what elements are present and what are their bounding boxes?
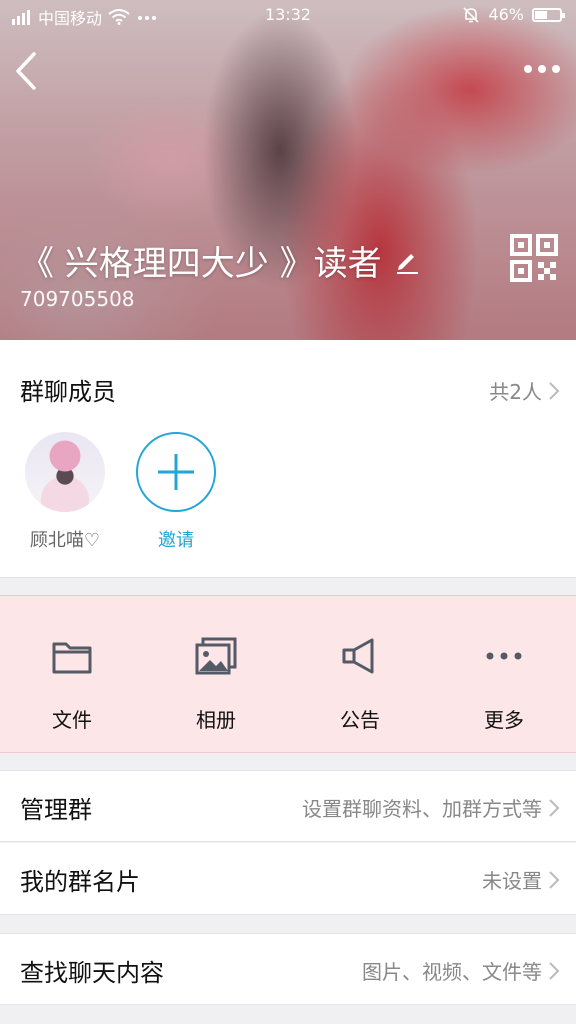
plus-icon — [158, 454, 194, 490]
members-count-label: 共2人 — [489, 380, 542, 404]
action-label: 文件 — [52, 708, 92, 732]
chevron-right-icon — [549, 798, 560, 817]
row-value: 未设置 — [482, 865, 560, 894]
members-section: 群聊成员 共2人 顾北喵♡ 邀请 — [0, 340, 576, 578]
group-header: 中国移动 13:32 46% 《 兴格理四大少 》读者 709705508 — [0, 0, 576, 340]
row-label: 查找聊天内容 — [20, 959, 164, 987]
action-announcement[interactable]: 公告 — [288, 596, 432, 752]
row-value-text: 图片、视频、文件等 — [362, 960, 542, 984]
invite-member[interactable]: 邀请 — [126, 432, 226, 552]
action-more[interactable]: 更多 — [432, 596, 576, 752]
chevron-right-icon — [549, 381, 560, 400]
row-value-text: 设置群聊资料、加群方式等 — [302, 797, 542, 821]
row-value: 图片、视频、文件等 — [362, 956, 560, 985]
chevron-right-icon — [549, 870, 560, 889]
edit-pencil-icon[interactable] — [394, 248, 420, 274]
row-label: 我的群名片 — [20, 868, 140, 896]
battery-icon — [532, 7, 565, 22]
back-button[interactable] — [10, 50, 46, 92]
status-bar: 中国移动 13:32 46% — [0, 0, 576, 32]
more-dots-icon — [524, 65, 560, 73]
chevron-right-icon — [549, 961, 560, 980]
my-group-card-row[interactable]: 我的群名片 未设置 — [0, 843, 576, 915]
action-label: 公告 — [340, 708, 380, 732]
member-name: 顾北喵♡ — [29, 530, 101, 551]
search-chat-row[interactable]: 查找聊天内容 图片、视频、文件等 — [0, 933, 576, 1005]
members-count[interactable]: 共2人 — [489, 376, 560, 405]
album-icon — [195, 637, 237, 675]
group-name: 《 兴格理四大少 》读者 — [20, 244, 382, 284]
action-files[interactable]: 文件 — [0, 596, 144, 752]
action-album[interactable]: 相册 — [144, 596, 288, 752]
more-options-button[interactable] — [522, 56, 562, 82]
avatar[interactable] — [25, 432, 105, 512]
qr-code-icon — [510, 234, 558, 282]
battery-percent: 46% — [488, 5, 524, 24]
silent-bell-icon — [463, 6, 480, 23]
battery-level — [535, 10, 547, 19]
action-bar: 文件 相册 公告 更多 — [0, 595, 576, 753]
action-label: 相册 — [196, 708, 236, 732]
row-value: 设置群聊资料、加群方式等 — [302, 793, 560, 822]
invite-button[interactable] — [136, 432, 216, 512]
qr-code-button[interactable] — [510, 234, 558, 282]
more-dots-icon — [486, 652, 522, 660]
group-title[interactable]: 《 兴格理四大少 》读者 — [20, 236, 420, 285]
row-value-text: 未设置 — [482, 869, 542, 893]
members-title[interactable]: 群聊成员 — [20, 372, 116, 407]
row-label: 管理群 — [20, 796, 92, 824]
action-label: 更多 — [484, 708, 524, 732]
megaphone-icon — [342, 638, 374, 674]
chevron-left-icon — [16, 52, 36, 90]
group-id: 709705508 — [20, 287, 135, 311]
manage-group-row[interactable]: 管理群 设置群聊资料、加群方式等 — [0, 770, 576, 842]
folder-icon — [52, 642, 92, 674]
invite-label: 邀请 — [158, 530, 194, 551]
member-item[interactable]: 顾北喵♡ — [15, 432, 115, 552]
status-right: 46% — [462, 5, 565, 24]
